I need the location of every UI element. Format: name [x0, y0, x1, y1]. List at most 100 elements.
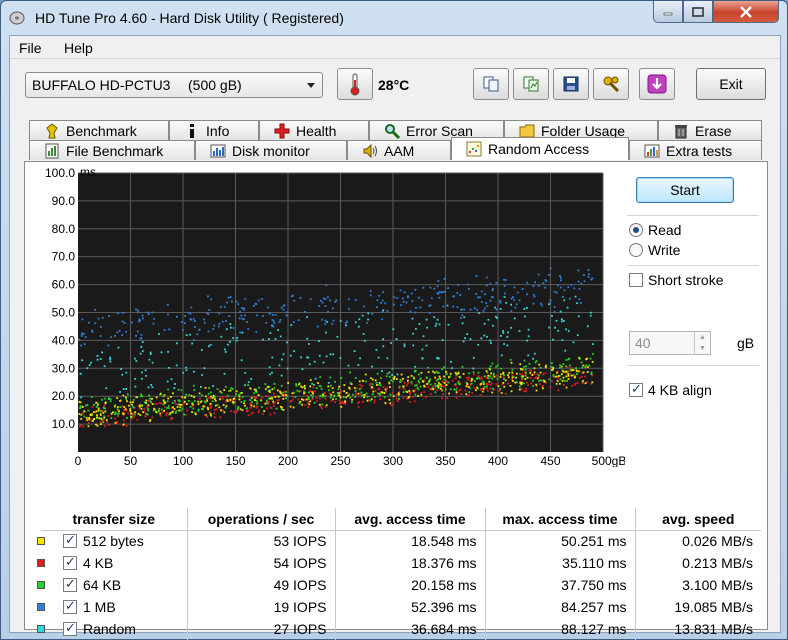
series-checkbox[interactable] [63, 532, 77, 549]
data-point [454, 371, 457, 374]
data-point [243, 400, 246, 402]
data-point [590, 311, 592, 314]
data-point [530, 382, 533, 385]
data-point [487, 374, 490, 377]
data-point [101, 351, 103, 354]
tab-aam[interactable]: AAM [347, 140, 451, 160]
data-point [109, 400, 112, 403]
write-radio[interactable] [629, 243, 643, 257]
data-point [231, 400, 234, 403]
series-checkbox[interactable] [63, 620, 77, 636]
data-point [305, 398, 308, 401]
data-point [152, 409, 155, 412]
tab-random-access[interactable]: Random Access [451, 137, 629, 160]
write-radio-row[interactable]: Write [629, 242, 680, 258]
spin-down-icon[interactable]: ▼ [695, 343, 710, 354]
data-point [436, 292, 439, 294]
spinner-buttons[interactable]: ▲ ▼ [694, 332, 710, 354]
data-point [534, 281, 536, 284]
data-point [158, 402, 161, 404]
align-row[interactable]: 4 KB align [629, 381, 712, 398]
data-point [167, 388, 169, 391]
data-point [581, 366, 584, 369]
data-point [590, 373, 593, 376]
data-point [557, 329, 559, 332]
series-checkbox[interactable] [63, 576, 77, 592]
tab-file-benchmark[interactable]: File Benchmark [29, 140, 195, 160]
tab-erase[interactable]: Erase [658, 120, 762, 140]
series-checkbox[interactable] [63, 554, 77, 570]
data-point [338, 394, 341, 397]
data-point [505, 301, 508, 304]
data-point [462, 340, 465, 343]
data-point [476, 386, 478, 389]
tab-info[interactable]: Info [169, 120, 259, 140]
title-bar[interactable]: HD Tune Pro 4.60 - Hard Disk Utility ( R… [1, 1, 787, 35]
data-point [407, 382, 409, 385]
temperature-button[interactable] [337, 68, 373, 100]
data-point [374, 396, 376, 398]
data-point [376, 306, 378, 308]
data-point [293, 299, 296, 302]
data-point [194, 413, 197, 416]
data-point [184, 322, 186, 325]
data-point [388, 371, 391, 374]
data-point [585, 364, 587, 367]
data-point [176, 342, 178, 345]
maximize-button[interactable] [683, 1, 713, 23]
data-point [499, 308, 502, 310]
data-point [576, 334, 579, 337]
data-point [418, 373, 420, 376]
data-point [78, 413, 81, 415]
download-button[interactable] [639, 68, 675, 100]
data-point [267, 306, 269, 309]
drive-select[interactable]: BUFFALO HD-PCTU3 (500 gB) [25, 72, 323, 98]
short-stroke-row[interactable]: Short stroke [629, 272, 723, 288]
copy-chart-button[interactable] [513, 68, 549, 100]
tab-benchmark[interactable]: Benchmark [29, 120, 169, 140]
data-point [221, 320, 224, 323]
app-window: HD Tune Pro 4.60 - Hard Disk Utility ( R… [0, 0, 788, 640]
menu-file[interactable]: File [19, 40, 42, 56]
data-point [78, 401, 81, 403]
data-point [560, 365, 563, 368]
data-point [366, 399, 369, 402]
data-point [276, 399, 279, 402]
tab-health[interactable]: Health [259, 120, 369, 140]
align-checkbox[interactable] [629, 381, 643, 397]
data-point [482, 383, 485, 385]
data-point [227, 296, 230, 299]
exit-button[interactable]: Exit [696, 68, 766, 100]
save-button[interactable] [553, 68, 589, 100]
data-point [371, 378, 374, 381]
copy-info-button[interactable] [473, 68, 509, 100]
read-radio[interactable] [629, 223, 643, 237]
minimize-button[interactable] [653, 1, 683, 23]
data-point [377, 356, 380, 359]
spin-up-icon[interactable]: ▲ [695, 332, 710, 343]
data-point [134, 385, 137, 388]
close-button[interactable] [713, 1, 779, 23]
read-radio-row[interactable]: Read [629, 222, 681, 238]
data-point [405, 397, 408, 400]
data-point [562, 363, 565, 365]
options-button[interactable] [593, 68, 629, 100]
start-button[interactable]: Start [636, 177, 734, 203]
data-point [567, 375, 570, 377]
tab-disk-monitor[interactable]: Disk monitor [195, 140, 347, 160]
data-point [576, 302, 578, 305]
series-checkbox[interactable] [63, 598, 77, 614]
data-point [412, 332, 414, 335]
data-point [582, 380, 584, 382]
data-point [326, 320, 329, 323]
data-point [561, 380, 564, 382]
short-stroke-spinner[interactable]: 40 ▲ ▼ [629, 331, 711, 355]
short-stroke-checkbox[interactable] [629, 273, 643, 287]
data-point [232, 388, 234, 390]
data-point [535, 389, 538, 392]
data-point [189, 333, 191, 336]
data-point [116, 408, 119, 411]
menu-help[interactable]: Help [64, 40, 93, 56]
tab-extra-tests[interactable]: Extra tests [629, 140, 762, 160]
data-point [488, 380, 491, 383]
